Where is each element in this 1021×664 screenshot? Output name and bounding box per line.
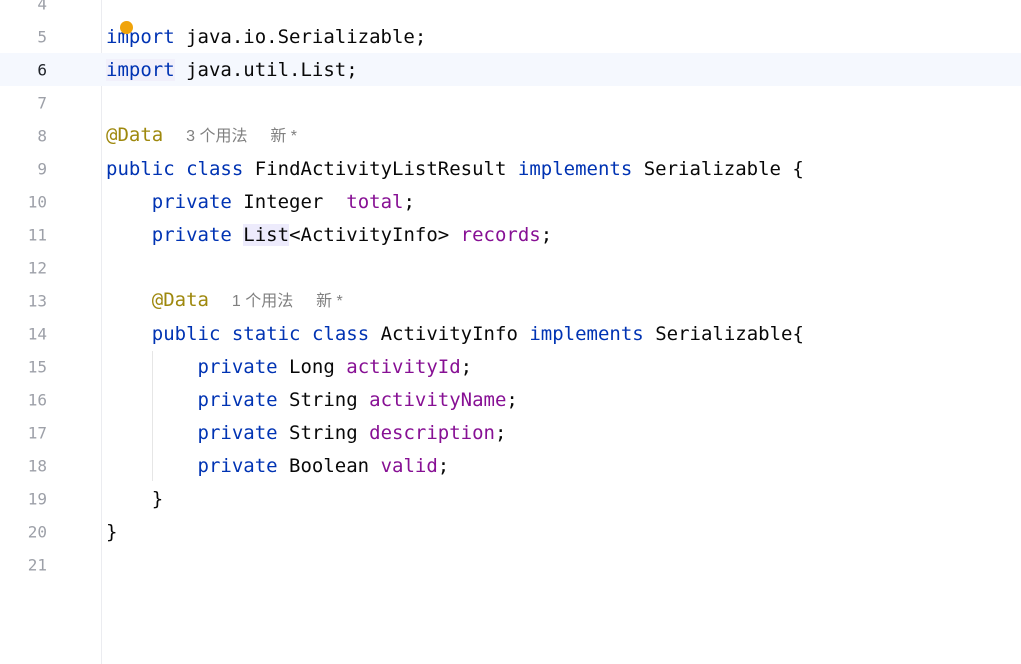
semicolon: ; (540, 223, 553, 246)
code-line-11[interactable]: 11 private List<ActivityInfo> records; (0, 218, 1021, 251)
line-number: 10 (27, 192, 47, 211)
usages-hint[interactable]: 1 个用法 (232, 293, 293, 310)
semicolon: ; (403, 190, 415, 213)
closing-brace: } (151, 487, 164, 510)
code-line-8[interactable]: 8 @Data 3 个用法 新 * (0, 119, 1021, 152)
keyword: private (151, 223, 232, 246)
code-line-17[interactable]: 17 private String description; (0, 416, 1021, 449)
field-name: activityId (346, 355, 461, 378)
code-line-18[interactable]: 18 private Boolean valid; (0, 449, 1021, 482)
code-line-15[interactable]: 15 private Long activityId; (0, 350, 1021, 383)
keyword: class (311, 322, 370, 345)
keyword: import (106, 25, 175, 48)
line-number: 5 (37, 27, 47, 46)
code-line-14[interactable]: 14 public static class ActivityInfo impl… (0, 317, 1021, 350)
generic-type: <ActivityInfo> (289, 223, 450, 246)
type-name: Long (289, 355, 335, 378)
type-name: List (243, 223, 290, 246)
field-name: total (346, 190, 404, 213)
type-name: Boolean (289, 454, 370, 477)
semicolon: ; (494, 421, 507, 444)
code-line-19[interactable]: 19 } (0, 482, 1021, 515)
code-line-21[interactable]: 21 (0, 548, 1021, 581)
interface-name: Serializable { (643, 157, 804, 180)
line-number: 19 (27, 489, 47, 508)
type-name: Integer (243, 190, 324, 213)
keyword: public (151, 322, 221, 345)
line-number: 12 (27, 258, 47, 277)
code-text: private String description; (106, 421, 507, 444)
semicolon: ; (506, 388, 518, 411)
line-number: 14 (27, 324, 47, 343)
code-line-4[interactable]: 4 (0, 0, 1021, 20)
keyword: public (106, 157, 175, 180)
keyword: static (231, 322, 301, 345)
semicolon: ; (460, 355, 473, 378)
author-hint[interactable]: 新 * (270, 128, 297, 145)
line-number: 18 (27, 456, 47, 475)
line-number: 9 (37, 159, 47, 178)
keyword: implements (517, 157, 633, 180)
code-line-5[interactable]: 5 import java.io.Serializable; (0, 20, 1021, 53)
keyword: private (197, 421, 278, 444)
code-line-20[interactable]: 20 } (0, 515, 1021, 548)
annotation: @Data (106, 123, 164, 146)
code-line-10[interactable]: 10 private Integer total; (0, 185, 1021, 218)
type-name: String (289, 421, 358, 444)
line-number: 20 (27, 522, 47, 541)
code-text: } (106, 488, 163, 510)
line-number: 21 (27, 555, 47, 574)
annotation: @Data (151, 288, 209, 311)
author-hint[interactable]: 新 * (316, 293, 343, 310)
class-name: ActivityInfo (380, 322, 518, 345)
import-path: java.io.Serializable; (174, 25, 427, 48)
keyword: private (197, 355, 278, 378)
line-number: 16 (27, 390, 47, 409)
code-line-13[interactable]: 13 @Data 1 个用法 新 * (0, 284, 1021, 317)
intention-bulb-icon[interactable] (120, 21, 133, 34)
field-name: description (369, 421, 495, 444)
interface-name: Serializable{ (655, 322, 804, 345)
keyword: private (197, 454, 278, 477)
usages-hint[interactable]: 3 个用法 (186, 128, 247, 145)
code-text: } (106, 521, 117, 543)
import-path: java.util.List; (174, 58, 358, 81)
code-text: private List<ActivityInfo> records; (106, 223, 553, 246)
code-text: import java.util.List; (106, 58, 358, 81)
line-number: 7 (37, 93, 47, 112)
line-number: 17 (27, 423, 47, 442)
code-text: public static class ActivityInfo impleme… (106, 323, 804, 345)
keyword: class (186, 157, 244, 180)
keyword: import (106, 58, 175, 81)
code-text: @Data 1 个用法 新 * (106, 289, 343, 313)
keyword: private (197, 388, 278, 411)
line-number: 8 (37, 126, 47, 145)
line-number: 15 (27, 357, 47, 376)
class-name: FindActivityListResult (254, 157, 507, 180)
type-name: String (289, 388, 358, 411)
code-text: private Boolean valid; (106, 454, 450, 477)
field-name: valid (380, 454, 438, 477)
code-line-7[interactable]: 7 (0, 86, 1021, 119)
code-line-16[interactable]: 16 private String activityName; (0, 383, 1021, 416)
code-text: private Long activityId; (106, 355, 473, 378)
line-number: 13 (27, 291, 47, 310)
code-text: import java.io.Serializable; (106, 26, 426, 48)
keyword: private (151, 190, 232, 213)
code-line-12[interactable]: 12 (0, 251, 1021, 284)
keyword: implements (529, 322, 644, 345)
code-text: public class FindActivityListResult impl… (106, 158, 804, 180)
semicolon: ; (437, 454, 450, 477)
code-text: @Data 3 个用法 新 * (106, 124, 297, 148)
code-text: private String activityName; (106, 389, 518, 411)
field-name: records (460, 223, 541, 246)
line-number: 11 (27, 225, 47, 244)
line-number: 4 (37, 0, 47, 13)
closing-brace: } (106, 520, 118, 543)
line-number: 6 (37, 60, 47, 79)
code-line-6[interactable]: 6 import java.util.List; (0, 53, 1021, 86)
code-line-9[interactable]: 9 public class FindActivityListResult im… (0, 152, 1021, 185)
code-text: private Integer total; (106, 191, 415, 213)
field-name: activityName (369, 388, 507, 411)
